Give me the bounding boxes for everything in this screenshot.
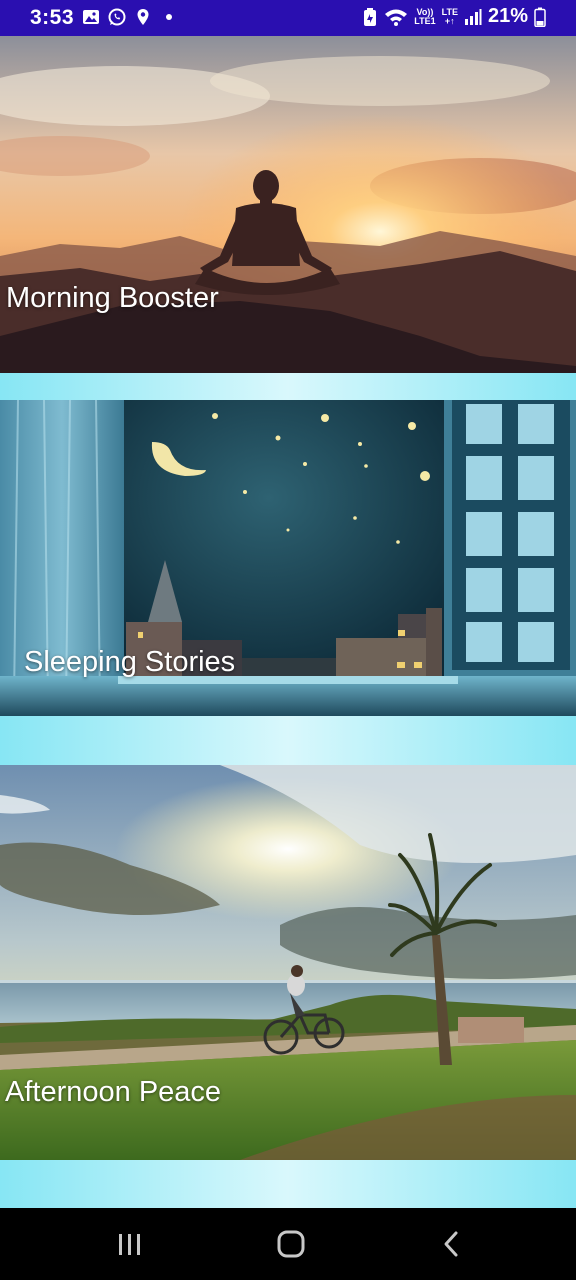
- navigation-bar: [0, 1208, 576, 1280]
- signal-icon: [464, 8, 482, 25]
- recent-apps-button[interactable]: [108, 1228, 152, 1260]
- back-icon: [444, 1231, 458, 1257]
- volte-label: Vo)) LTE1: [414, 6, 436, 26]
- battery-saver-icon: [364, 7, 377, 26]
- card-morning-booster[interactable]: Morning Booster: [0, 36, 576, 373]
- system-icons: Vo)) LTE1 LTE +↑ 21%: [362, 5, 546, 28]
- card-title: Morning Booster: [6, 282, 219, 314]
- recent-apps-icon: [119, 1234, 140, 1255]
- notification-icons: [82, 8, 178, 26]
- wifi-icon: [385, 9, 408, 26]
- separator: [0, 716, 576, 765]
- card-afternoon-peace[interactable]: Afternoon Peace: [0, 765, 576, 1160]
- home-icon: [277, 1230, 305, 1258]
- card-title: Afternoon Peace: [5, 1076, 222, 1108]
- separator: [0, 1160, 576, 1208]
- battery-icon: [534, 7, 546, 27]
- separator: [0, 373, 576, 400]
- card-title: Sleeping Stories: [24, 646, 236, 678]
- lte-label: LTE +↑: [441, 6, 458, 26]
- dot-icon: [166, 14, 172, 20]
- status-time: 3:53: [30, 6, 75, 29]
- battery-percent: 21%: [487, 5, 528, 27]
- location-icon: [137, 9, 149, 25]
- status-bar: 3:53 Vo)) LTE1 LTE +↑ 21%: [0, 0, 576, 36]
- whatsapp-icon: [108, 8, 126, 26]
- gallery-icon: [83, 10, 99, 24]
- back-button[interactable]: [430, 1228, 474, 1260]
- meditation-sunrise-image: [0, 36, 576, 373]
- card-sleeping-stories[interactable]: Sleeping Stories: [0, 400, 576, 716]
- home-button[interactable]: [269, 1228, 313, 1260]
